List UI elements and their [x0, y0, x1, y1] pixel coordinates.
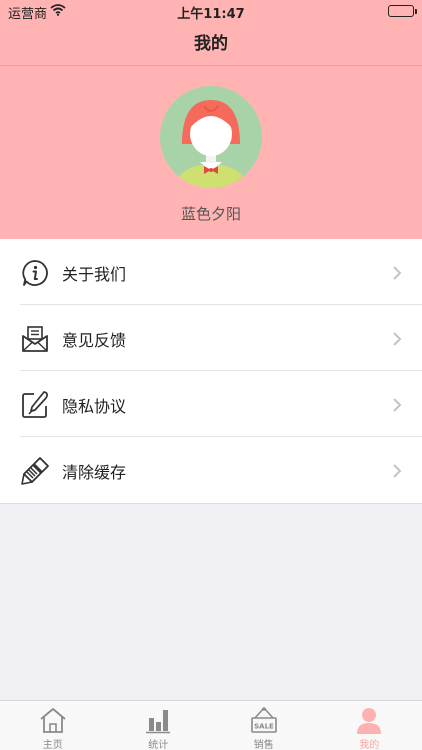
tab-mine[interactable]: 我的 [317, 701, 422, 750]
svg-text:SALE: SALE [254, 723, 274, 731]
tab-label: 统计 [148, 740, 169, 750]
chevron-right-icon [392, 331, 402, 346]
broom-icon [20, 456, 50, 486]
battery-icon [388, 5, 417, 17]
tab-sales[interactable]: SALE 销售 [211, 701, 317, 750]
feedback-mail-icon [20, 324, 50, 354]
profile-header: 蓝色夕阳 [0, 66, 422, 239]
nav-bar: 我的 [0, 22, 422, 66]
user-icon [354, 706, 384, 734]
avatar[interactable] [160, 86, 262, 188]
sale-sign-icon: SALE [249, 706, 279, 734]
settings-menu: 关于我们 意见反馈 隐私协议 清除缓存 [0, 239, 422, 504]
tab-stats[interactable]: 统计 [106, 701, 212, 750]
edit-pen-icon [20, 390, 50, 420]
tab-label: 我的 [359, 740, 380, 750]
bar-chart-icon [143, 706, 173, 734]
status-time: 上午11:47 [177, 7, 245, 22]
info-icon [20, 258, 50, 288]
status-bar: 运营商 上午11:47 [0, 0, 422, 22]
home-icon [38, 706, 68, 734]
menu-item-label: 隐私协议 [62, 397, 127, 416]
chevron-right-icon [392, 265, 402, 280]
page-title: 我的 [194, 34, 228, 54]
menu-item-clear-cache[interactable]: 清除缓存 [0, 437, 422, 503]
menu-item-feedback[interactable]: 意见反馈 [0, 305, 422, 371]
menu-item-about[interactable]: 关于我们 [0, 239, 422, 305]
menu-item-label: 意见反馈 [62, 331, 127, 350]
tab-label: 主页 [42, 740, 63, 750]
tab-home[interactable]: 主页 [0, 701, 106, 750]
chevron-right-icon [392, 463, 402, 478]
tab-bar: 主页 统计 SALE 销售 我的 [0, 700, 422, 750]
menu-item-privacy[interactable]: 隐私协议 [0, 371, 422, 437]
tab-label: 销售 [253, 740, 274, 750]
username: 蓝色夕阳 [180, 205, 241, 223]
menu-item-label: 关于我们 [62, 265, 127, 284]
chevron-right-icon [392, 397, 402, 412]
menu-item-label: 清除缓存 [62, 463, 127, 482]
